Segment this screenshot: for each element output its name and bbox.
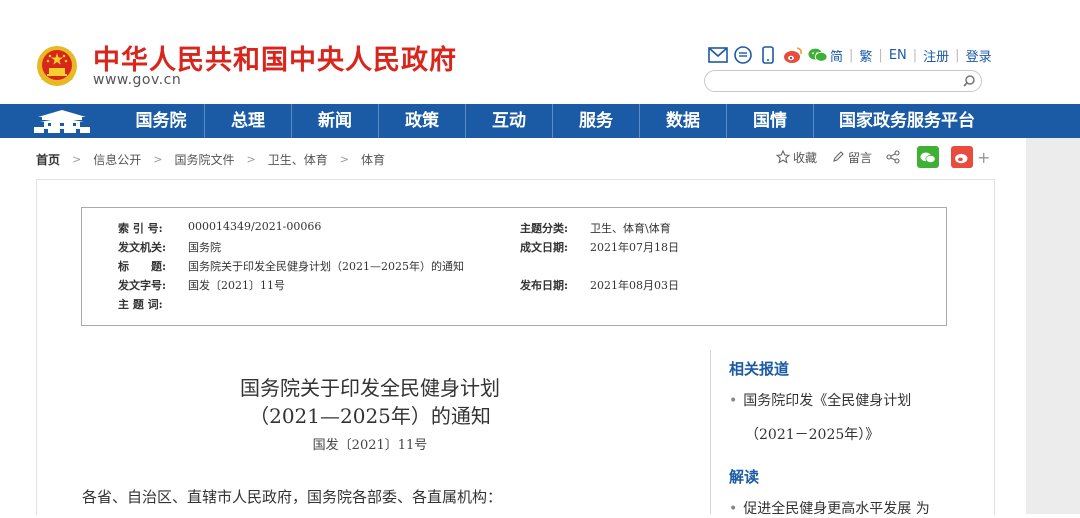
favorite-label: 收藏 [793,150,818,165]
nav-item-news[interactable]: 新闻 [292,104,379,138]
star-icon [776,150,790,164]
nav-item-services[interactable]: 服务 [553,104,640,138]
lang-traditional-link[interactable]: 繁 [859,46,872,65]
reading-heading: 解读 [729,468,760,486]
meta-title-label: 标 题: [118,260,167,273]
lang-english-link[interactable]: EN [889,48,907,63]
weibo-share-icon[interactable] [951,146,974,168]
language-links: 简 | 繁 | EN | 注册 | 登录 [830,46,992,65]
site-url[interactable]: www.gov.cn [93,72,181,88]
chevron-right-icon: > [246,153,256,166]
related-link[interactable]: • 国务院印发《全民健身计划 [729,390,911,410]
comment-button[interactable]: 留言 [831,149,872,166]
nav-item-premier[interactable]: 总理 [205,104,292,138]
related-link-line1: 国务院印发《全民健身计划 [743,393,912,409]
search-icon[interactable] [961,73,977,89]
more-share-icon[interactable]: + [977,148,990,167]
share-toolbar: 收藏 留言 + [776,146,990,168]
meta-docno-value: 国发〔2021〕11号 [188,279,285,292]
document-title: 国务院关于印发全民健身计划 （2021—2025年）的通知 [80,374,660,430]
related-sidebar: 相关报道 • 国务院印发《全民健身计划 （2021－2025年）》 解读 • 促进全… [710,350,966,517]
nav-item-data[interactable]: 数据 [640,104,727,138]
divider: | [849,48,854,63]
search-box [704,70,982,92]
share-icon [886,150,900,164]
pencil-icon [833,151,844,162]
meta-pub-value: 2021年08月03日 [590,279,679,292]
site-header: 中华人民共和国中央人民政府 www.gov.cn 简 | 繁 | EN | 注册… [0,0,1080,104]
nav-items: 国务院 总理 新闻 政策 互动 服务 数据 国情 国家政务服务平台 [118,104,1000,138]
breadcrumb-health-sports[interactable]: 卫生、体育 [268,151,328,168]
main-nav: 国务院 总理 新闻 政策 互动 服务 数据 国情 国家政务服务平台 [0,104,1080,138]
comment-label: 留言 [848,150,873,165]
national-emblem-icon[interactable] [36,44,78,88]
wechat-icon[interactable] [808,45,828,65]
meta-issuer-label: 发文机关: [118,241,167,254]
meta-title-value: 国务院关于印发全民健身计划（2021—2025年）的通知 [188,260,464,273]
breadcrumb-info-disclosure[interactable]: 信息公开 [93,151,141,168]
meta-topic-label: 主题分类: [520,222,569,235]
mail-icon[interactable] [708,45,728,65]
chevron-right-icon: > [153,153,163,166]
lang-simplified-link[interactable]: 简 [830,46,843,65]
breadcrumb-home[interactable]: 首页 [36,151,60,168]
reading-link-text: 促进全民健身更高水平发展 为 [743,501,930,517]
meta-date-written-label: 成文日期: [520,241,569,254]
related-heading: 相关报道 [729,360,790,378]
breadcrumb-sports[interactable]: 体育 [361,151,385,168]
nav-item-state-council[interactable]: 国务院 [118,104,205,138]
tiananmen-logo-icon[interactable] [30,108,94,136]
wechat-share-icon[interactable] [917,146,940,168]
nav-item-interaction[interactable]: 互动 [466,104,553,138]
bullet-icon: • [729,501,738,517]
nav-item-gov-service-platform[interactable]: 国家政务服务平台 [814,104,1000,138]
bullet-icon: • [729,393,738,409]
divider: | [878,48,883,63]
share-button[interactable] [886,150,903,164]
meta-keywords-label: 主 题 词: [118,298,163,311]
meta-index-value: 000014349/2021-00066 [188,220,322,233]
document-salutation: 各省、自治区、直辖市人民政府，国务院各部委、各直属机构： [82,488,503,506]
chevron-right-icon: > [72,153,82,166]
meta-issuer-value: 国务院 [188,241,221,254]
breadcrumb-council-docs[interactable]: 国务院文件 [174,151,234,168]
document-title-line2: （2021—2025年）的通知 [249,404,491,428]
search-input[interactable] [715,72,959,90]
meta-index-label: 索 引 号: [118,222,163,235]
nav-item-national-info[interactable]: 国情 [727,104,814,138]
weibo-icon[interactable] [783,45,803,65]
related-link-continued[interactable]: （2021－2025年）》 [745,424,879,444]
reading-link[interactable]: • 促进全民健身更高水平发展 为 [729,498,930,518]
document-title-line1: 国务院关于印发全民健身计划 [240,376,500,400]
divider: | [912,48,918,63]
favorite-button[interactable]: 收藏 [776,149,817,166]
document-number: 国发〔2021〕11号 [312,438,428,453]
top-icon-bar [708,44,828,66]
meta-date-written-value: 2021年07月18日 [590,241,679,254]
chevron-right-icon: > [339,153,349,166]
mobile-icon[interactable] [758,45,778,65]
page-side-background [1026,138,1080,514]
breadcrumb: 首页 > 信息公开 > 国务院文件 > 卫生、体育 > 体育 [36,151,385,168]
meta-pub-label: 发布日期: [520,279,569,292]
register-link[interactable]: 注册 [923,46,949,65]
meta-topic-value: 卫生、体育\体育 [590,222,671,235]
divider: | [955,48,960,63]
meta-docno-label: 发文字号: [118,279,167,292]
nav-item-policy[interactable]: 政策 [379,104,466,138]
document-metadata-table: 索 引 号: 000014349/2021-00066 主题分类: 卫生、体育\… [81,207,947,326]
login-link[interactable]: 登录 [966,46,992,65]
chat-icon[interactable] [733,45,753,65]
